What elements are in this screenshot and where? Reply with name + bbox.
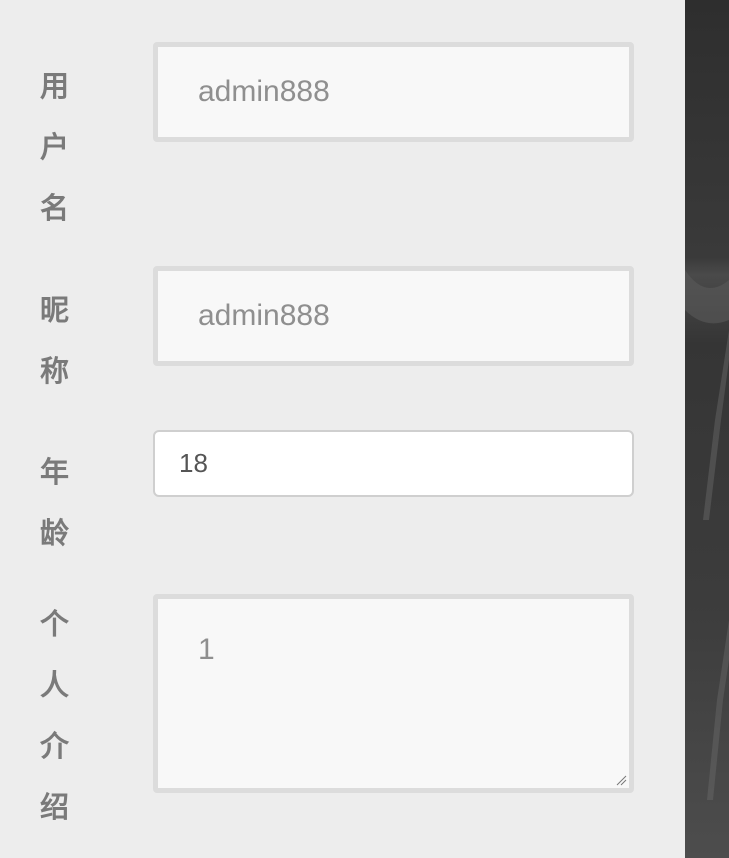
bio-value: 1 [198,633,215,666]
nickname-label: 昵称 [40,293,70,388]
resize-grip-icon[interactable] [615,774,627,786]
username-label: 用户名 [40,69,70,225]
age-label: 年龄 [40,455,70,550]
age-input[interactable]: 18 [153,430,634,497]
age-value: 18 [179,448,208,478]
side-background-graphic [685,270,729,800]
nickname-field[interactable]: admin888 [153,266,634,366]
profile-form: 用户名 admin888 昵称 admin888 年龄 18 个人介绍 1 [0,0,685,858]
side-background-panel [685,0,729,858]
username-value: admin888 [198,75,330,108]
nickname-value: admin888 [198,299,330,332]
username-field[interactable]: admin888 [153,42,634,142]
bio-textarea[interactable]: 1 [153,594,634,793]
bio-label: 个人介绍 [40,607,70,824]
